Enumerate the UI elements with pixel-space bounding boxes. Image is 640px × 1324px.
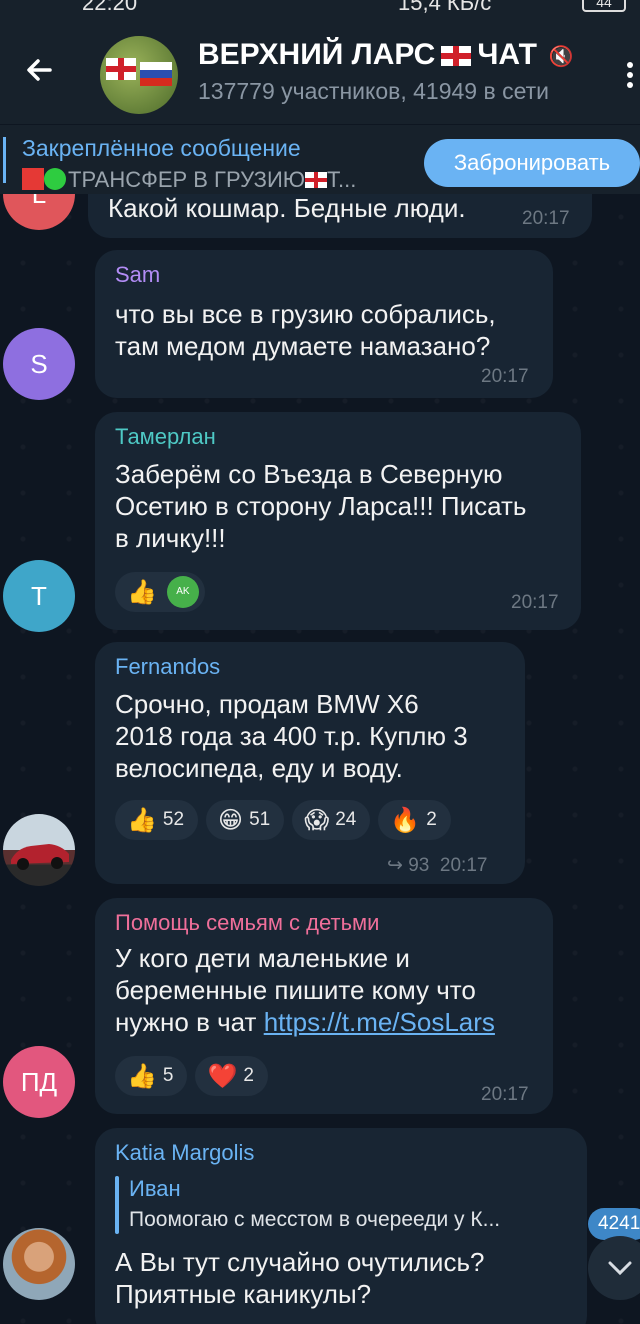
message-text: Заберём со Въезда в Северную Осетию в ст… — [115, 459, 527, 553]
message-list[interactable]: L Какой кошмар. Бедные люди. 20:17 Sam ч… — [0, 194, 640, 1324]
avatar[interactable]: S — [3, 328, 75, 400]
thumbs-up-icon: 👍 — [127, 579, 157, 606]
pinned-message[interactable]: Закреплённое сообщение ТРАНСФЕР В ГРУЗИЮ… — [0, 124, 640, 194]
pinned-indicator — [3, 137, 6, 183]
more-vertical-icon[interactable] — [620, 58, 640, 98]
sender-name: Fernandos — [115, 654, 221, 679]
avatar[interactable]: L — [3, 194, 75, 230]
reaction-grin[interactable]: 😁 51 — [206, 800, 285, 840]
reaction-thumbs-up[interactable]: 👍 AK — [115, 572, 205, 612]
chat-title[interactable]: ВЕРХНИЙ ЛАРС ЧАТ 🔇 — [198, 38, 574, 72]
message-time: 20:17 — [481, 366, 529, 387]
message-bubble[interactable]: Тамерлан Заберём со Въезда в Северную Ос… — [95, 412, 581, 630]
mute-icon: 🔇 — [548, 45, 574, 68]
reaction-thumbs-up[interactable]: 👍 52 — [115, 800, 199, 840]
chat-header: ВЕРХНИЙ ЛАРС ЧАТ 🔇 137779 участников, 4194… — [0, 18, 640, 124]
pinned-label: Закреплённое сообщение — [22, 135, 301, 161]
battery-indicator: 44 — [582, 0, 626, 12]
fire-icon: 🔥 — [390, 807, 421, 834]
sender-name: Помощь семьям с детьми — [115, 910, 380, 935]
reactions: 👍 5 ❤️ 2 — [115, 1056, 276, 1096]
avatar[interactable]: ПД — [3, 1046, 75, 1118]
network-speed: 15,4 КБ/с — [398, 0, 492, 15]
georgia-flag-icon — [106, 58, 136, 80]
avatar[interactable]: T — [3, 560, 75, 632]
sender-name: Тамерлан — [115, 424, 216, 449]
reply-sender[interactable]: Иван — [129, 1176, 181, 1202]
message-time: 20:17 — [511, 592, 559, 613]
thumbs-up-icon: 👍 — [127, 807, 157, 834]
reactor-avatar: AK — [166, 575, 199, 608]
reply-quote-bar — [115, 1176, 119, 1234]
message-bubble[interactable]: Fernandos Срочно, продам BMW X6 2018 год… — [95, 642, 525, 884]
sender-name: Katia Margolis — [115, 1140, 255, 1165]
message-time: 20:17 — [481, 1084, 529, 1105]
arrow-left-icon[interactable] — [20, 50, 60, 90]
reaction-heart[interactable]: ❤️ 2 — [195, 1056, 268, 1096]
message-bubble[interactable]: Katia Margolis Иван Поомогаю с месстом в… — [95, 1128, 587, 1324]
message-link[interactable]: https://t.me/SosLars — [264, 1007, 495, 1037]
group-avatar[interactable] — [100, 36, 178, 114]
heart-icon: ❤️ — [207, 1063, 238, 1090]
reaction-scream[interactable]: 😱 24 — [292, 800, 371, 840]
avatar-car-photo[interactable] — [3, 814, 75, 886]
russia-flag-icon — [140, 62, 172, 86]
status-time: 22:20 — [82, 0, 138, 15]
message-time: 20:17 — [522, 208, 570, 229]
reaction-thumbs-up[interactable]: 👍 5 — [115, 1056, 188, 1096]
red-square-icon — [22, 168, 44, 190]
scream-icon: 😱 — [304, 807, 330, 834]
reply-text[interactable]: Поомогаю с месстом в очерееди у К... — [129, 1208, 500, 1232]
forward-icon: ↪ — [387, 855, 403, 876]
message-bubble[interactable]: Какой кошмар. Бедные люди. 20:17 — [88, 194, 592, 238]
message-meta: ↪ 93 20:17 — [387, 855, 488, 876]
sender-name: Sam — [115, 262, 161, 287]
chat-subtitle: 137779 участников, 41949 в сети — [198, 78, 549, 104]
message-text: Какой кошмар. Бедные люди. — [108, 194, 466, 223]
message-bubble[interactable]: Sam что вы все в грузию собрались, там м… — [95, 250, 553, 398]
pinned-text: ТРАНСФЕР В ГРУЗИЮ Т... — [22, 167, 356, 193]
reaction-fire[interactable]: 🔥 2 — [378, 800, 451, 840]
unread-count-badge[interactable]: 4241 — [588, 1208, 640, 1240]
georgia-flag-icon — [441, 46, 472, 67]
thumbs-up-icon: 👍 — [127, 1063, 157, 1090]
book-button[interactable]: Забронировать — [424, 139, 640, 187]
message-text: Срочно, продам BMW X6 2018 года за 400 т… — [115, 689, 468, 783]
message-text: У кого дети маленькие и беременные пишит… — [115, 943, 495, 1037]
georgia-flag-icon — [304, 172, 327, 188]
message-text: А Вы тут случайно очутились? Приятные ка… — [115, 1247, 485, 1309]
message-bubble[interactable]: Помощь семьям с детьми У кого дети мален… — [95, 898, 553, 1114]
message-text: что вы все в грузию собрались, там медом… — [115, 299, 496, 361]
green-circle-icon — [44, 168, 66, 190]
reactions: 👍 AK — [115, 572, 213, 612]
reactions: 👍 52 😁 51 😱 24 🔥 2 — [115, 800, 535, 840]
grin-icon: 😁 — [218, 807, 244, 834]
status-bar: 22:20 15,4 КБ/с 44 — [0, 0, 640, 18]
avatar-photo[interactable] — [3, 1228, 75, 1300]
